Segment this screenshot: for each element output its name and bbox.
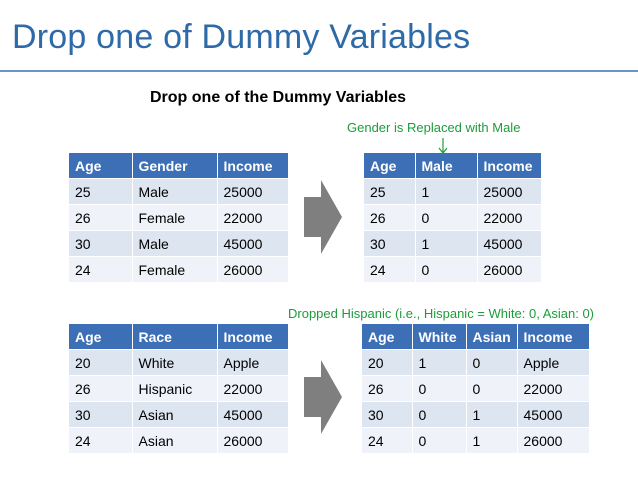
table-cell: 0 [412, 375, 467, 402]
table-cell: 0 [412, 401, 467, 428]
gender-original-table: Age Gender Income 25 Male 25000 26 Female 22… [69, 153, 288, 282]
table-cell: 0 [466, 349, 518, 376]
table-cell: 1 [466, 427, 518, 453]
table-cell: 1 [466, 401, 518, 428]
table-cell: 25 [364, 178, 416, 205]
table-cell: Apple [517, 349, 589, 376]
table-cell: 26000 [217, 427, 288, 453]
gender-encoded-table: Age Male Income 25 1 25000 26 0 22000 30 1 450… [364, 153, 541, 282]
table-cell: Female [132, 204, 218, 231]
right-arrow-icon [304, 180, 342, 254]
title-underline [0, 70, 638, 72]
slide-title: Drop one of Dummy Variables [12, 18, 471, 56]
table-row: 24 Female 26000 [69, 256, 288, 282]
table-cell: 25 [69, 178, 133, 205]
table-cell: Apple [217, 349, 288, 376]
race-dropped-note: Dropped Hispanic (i.e., Hispanic = White… [288, 306, 595, 321]
right-arrow-icon [304, 360, 342, 434]
table-cell: Hispanic [132, 375, 218, 402]
table-cell: 22000 [477, 204, 541, 231]
gender-replacement-note: Gender is Replaced with Male [347, 120, 521, 135]
table-header-row: Age Race Income [69, 324, 288, 350]
table-cell: 1 [415, 230, 478, 257]
column-header: Income [217, 153, 288, 179]
table-cell: 26 [364, 204, 416, 231]
table-cell: 26 [69, 375, 133, 402]
slide-subtitle: Drop one of the Dummy Variables [150, 89, 407, 106]
table-cell: 24 [69, 256, 133, 282]
table-cell: 45000 [217, 401, 288, 428]
table-cell: 0 [415, 256, 478, 282]
table-header-row: Age Gender Income [69, 153, 288, 179]
column-header: Income [477, 153, 541, 179]
column-header: Male [415, 153, 478, 179]
table-row: 30 Asian 45000 [69, 401, 288, 428]
table-cell: 30 [362, 401, 413, 428]
table-cell: 20 [362, 349, 413, 376]
column-header: Age [69, 324, 133, 350]
table-cell: 30 [69, 401, 133, 428]
table-cell: 30 [69, 230, 133, 257]
table-row: 24 0 26000 [364, 256, 541, 282]
table-row: 30 0 1 45000 [362, 401, 589, 428]
table-cell: 45000 [477, 230, 541, 257]
table-row: 20 1 0 Apple [362, 349, 589, 376]
table-cell: 24 [69, 427, 133, 453]
race-original-table: Age Race Income 20 White Apple 26 Hispanic 2… [69, 324, 288, 453]
table-cell: 26000 [217, 256, 288, 282]
table-cell: 24 [362, 427, 413, 453]
table-cell: 25000 [217, 178, 288, 205]
table-row: 25 1 25000 [364, 178, 541, 205]
table-cell: 26 [69, 204, 133, 231]
table-cell: 26000 [477, 256, 541, 282]
table-cell: 0 [466, 375, 518, 402]
table-cell: 1 [412, 349, 467, 376]
table-cell: 45000 [217, 230, 288, 257]
table-cell: Female [132, 256, 218, 282]
table-row: 30 Male 45000 [69, 230, 288, 257]
table-cell: 1 [415, 178, 478, 205]
table-cell: 22000 [217, 204, 288, 231]
race-encoded-table: Age White Asian Income 20 1 0 Apple 26 0 0 220… [362, 324, 589, 453]
column-header: Race [132, 324, 218, 350]
table-cell: 25000 [477, 178, 541, 205]
table-cell: 26 [362, 375, 413, 402]
column-header: Income [517, 324, 589, 350]
table-cell: White [132, 349, 218, 376]
table-row: 26 Female 22000 [69, 204, 288, 231]
table-row: 24 Asian 26000 [69, 427, 288, 453]
table-cell: 45000 [517, 401, 589, 428]
table-cell: Asian [132, 427, 218, 453]
table-row: 24 0 1 26000 [362, 427, 589, 453]
table-cell: 0 [415, 204, 478, 231]
table-row: 26 Hispanic 22000 [69, 375, 288, 402]
table-cell: 24 [364, 256, 416, 282]
column-header: Gender [132, 153, 218, 179]
table-row: 20 White Apple [69, 349, 288, 376]
column-header: Income [217, 324, 288, 350]
table-row: 30 1 45000 [364, 230, 541, 257]
table-row: 26 0 0 22000 [362, 375, 589, 402]
column-header: Age [364, 153, 416, 179]
table-cell: 22000 [217, 375, 288, 402]
table-cell: Male [132, 230, 218, 257]
table-cell: 22000 [517, 375, 589, 402]
table-cell: 26000 [517, 427, 589, 453]
table-row: 25 Male 25000 [69, 178, 288, 205]
table-header-row: Age Male Income [364, 153, 541, 179]
table-row: 26 0 22000 [364, 204, 541, 231]
column-header: Asian [466, 324, 518, 350]
column-header: Age [69, 153, 133, 179]
table-cell: Asian [132, 401, 218, 428]
column-header: White [412, 324, 467, 350]
table-cell: 0 [412, 427, 467, 453]
table-cell: 20 [69, 349, 133, 376]
table-header-row: Age White Asian Income [362, 324, 589, 350]
column-header: Age [362, 324, 413, 350]
table-cell: 30 [364, 230, 416, 257]
table-cell: Male [132, 178, 218, 205]
down-arrow-icon [438, 138, 448, 154]
